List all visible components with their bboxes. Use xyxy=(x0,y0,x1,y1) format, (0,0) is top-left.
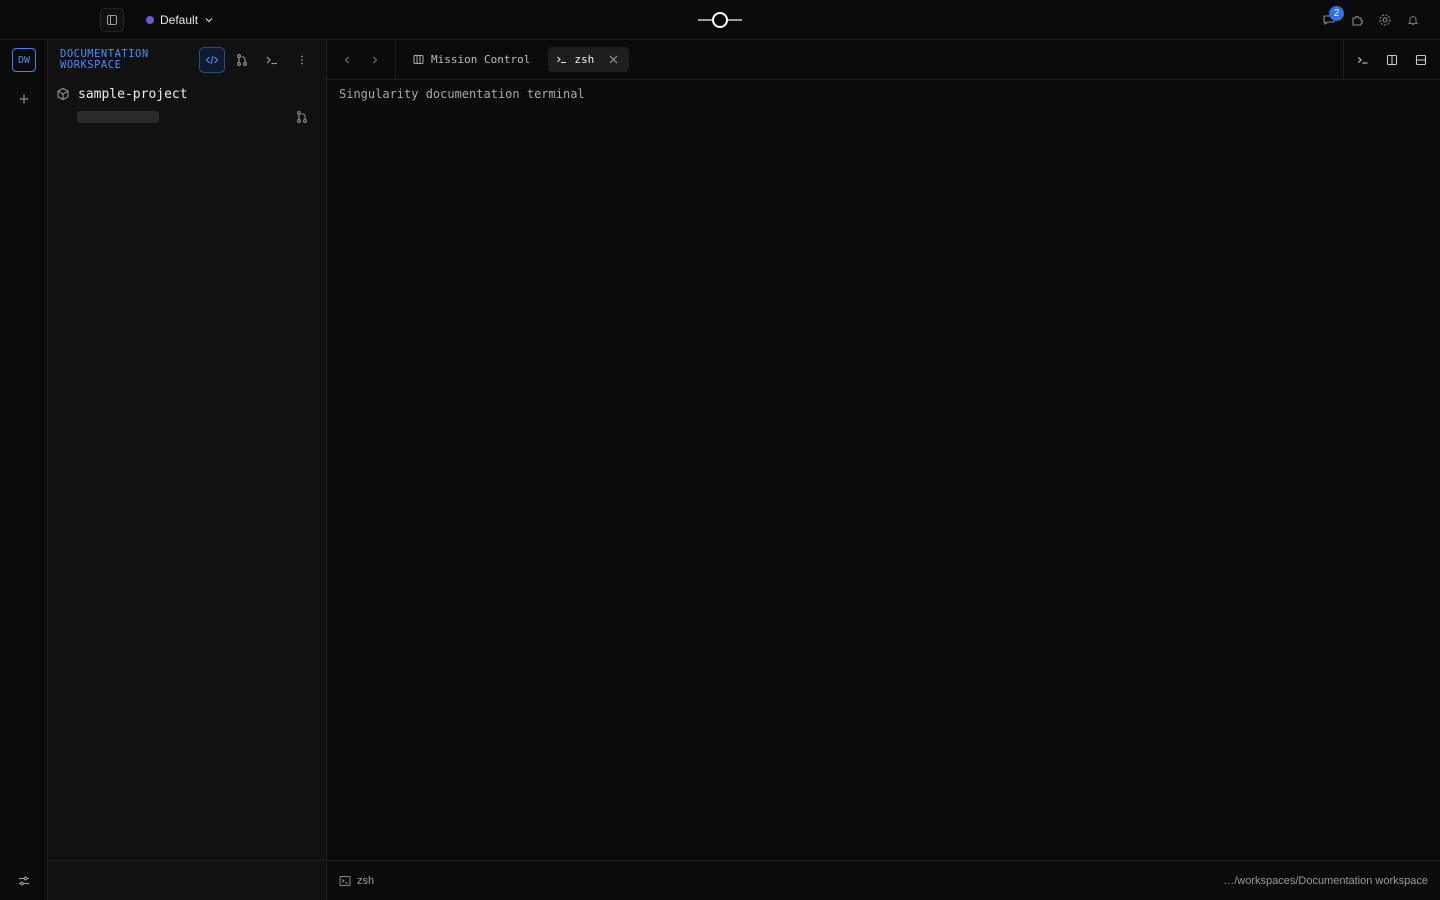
cube-icon xyxy=(56,87,70,101)
app-window: Default 2 DW DOCUMENTATION WORKSPACE sam… xyxy=(0,0,1440,900)
tab-mission-control[interactable]: Mission Control xyxy=(405,47,540,72)
project-item[interactable]: sample-project xyxy=(56,84,188,104)
explorer-toolbar xyxy=(199,47,315,73)
gear-icon xyxy=(1378,13,1392,27)
terminal-icon xyxy=(1357,54,1369,66)
board-icon xyxy=(413,54,424,65)
sliders-icon xyxy=(18,875,30,887)
history-nav xyxy=(327,40,396,79)
tab-label: zsh xyxy=(574,53,595,66)
preferences-button[interactable] xyxy=(14,871,34,891)
workspace-title: DOCUMENTATION WORKSPACE xyxy=(60,48,149,71)
git-view-button[interactable] xyxy=(229,47,255,73)
terminal-box-icon xyxy=(339,875,351,887)
tabs: Mission Control zsh xyxy=(405,47,630,72)
new-terminal-button[interactable] xyxy=(1354,51,1372,69)
split-horizontal-button[interactable] xyxy=(1412,51,1430,69)
forward-button[interactable] xyxy=(367,52,383,68)
code-icon xyxy=(205,53,219,67)
tab-bar: Mission Control zsh xyxy=(327,40,1440,80)
notifications-button[interactable] xyxy=(1404,11,1422,29)
status-shell-label: zsh xyxy=(357,875,375,887)
git-branch-icon xyxy=(295,110,309,124)
explorer-footer xyxy=(48,860,327,900)
plus-icon xyxy=(18,93,30,105)
status-bar: zsh …/workspaces/Documentation workspace xyxy=(327,860,1440,900)
terminal-view-button[interactable] xyxy=(259,47,285,73)
add-workspace-button[interactable] xyxy=(14,89,34,109)
explorer-header: DOCUMENTATION WORKSPACE xyxy=(48,40,327,80)
terminal-icon xyxy=(265,53,279,67)
top-bar: Default 2 xyxy=(0,0,1440,40)
workspace-avatar[interactable]: DW xyxy=(12,48,36,72)
app-logo xyxy=(698,10,742,30)
top-icons: 2 xyxy=(1320,6,1422,30)
main-area: Mission Control zsh Singularity document… xyxy=(327,40,1440,900)
branch-row[interactable] xyxy=(77,111,309,123)
profile-selector[interactable]: Default xyxy=(146,11,214,29)
project-name: sample-project xyxy=(78,86,188,102)
status-path: …/workspaces/Documentation workspace xyxy=(1223,875,1428,887)
terminal-view[interactable]: Singularity documentation terminal xyxy=(327,80,1440,860)
split-vertical-button[interactable] xyxy=(1383,51,1401,69)
workspace-rail: DW xyxy=(0,40,48,900)
profile-name: Default xyxy=(160,13,199,27)
bell-icon xyxy=(1407,14,1419,26)
terminal-icon xyxy=(556,54,567,65)
settings-button[interactable] xyxy=(1376,11,1394,29)
code-view-button[interactable] xyxy=(199,47,225,73)
tab-zsh[interactable]: zsh xyxy=(548,47,630,72)
notification-badge: 2 xyxy=(1329,6,1344,21)
tab-actions xyxy=(1343,40,1440,79)
status-shell[interactable]: zsh xyxy=(339,875,374,887)
more-vertical-icon xyxy=(295,53,309,67)
explorer-panel: DOCUMENTATION WORKSPACE sample-project xyxy=(48,40,327,900)
chevron-right-icon xyxy=(370,55,380,65)
puzzle-icon xyxy=(1350,13,1364,27)
tab-label: Mission Control xyxy=(431,53,531,66)
close-icon[interactable] xyxy=(607,54,619,66)
git-branch-icon xyxy=(235,53,249,67)
split-horizontal-icon xyxy=(1415,54,1427,66)
split-vertical-icon xyxy=(1386,54,1398,66)
chevron-down-icon xyxy=(204,15,214,25)
chevron-left-icon xyxy=(342,55,352,65)
sidebar-toggle-button[interactable] xyxy=(100,8,124,32)
extensions-button[interactable] xyxy=(1348,11,1366,29)
messages-button[interactable]: 2 xyxy=(1320,6,1344,29)
back-button[interactable] xyxy=(339,52,355,68)
more-options-button[interactable] xyxy=(289,47,315,73)
branch-placeholder xyxy=(77,111,159,123)
sidebar-toggle-icon xyxy=(106,14,118,26)
terminal-output-line: Singularity documentation terminal xyxy=(339,87,585,101)
profile-color-dot xyxy=(146,16,154,24)
